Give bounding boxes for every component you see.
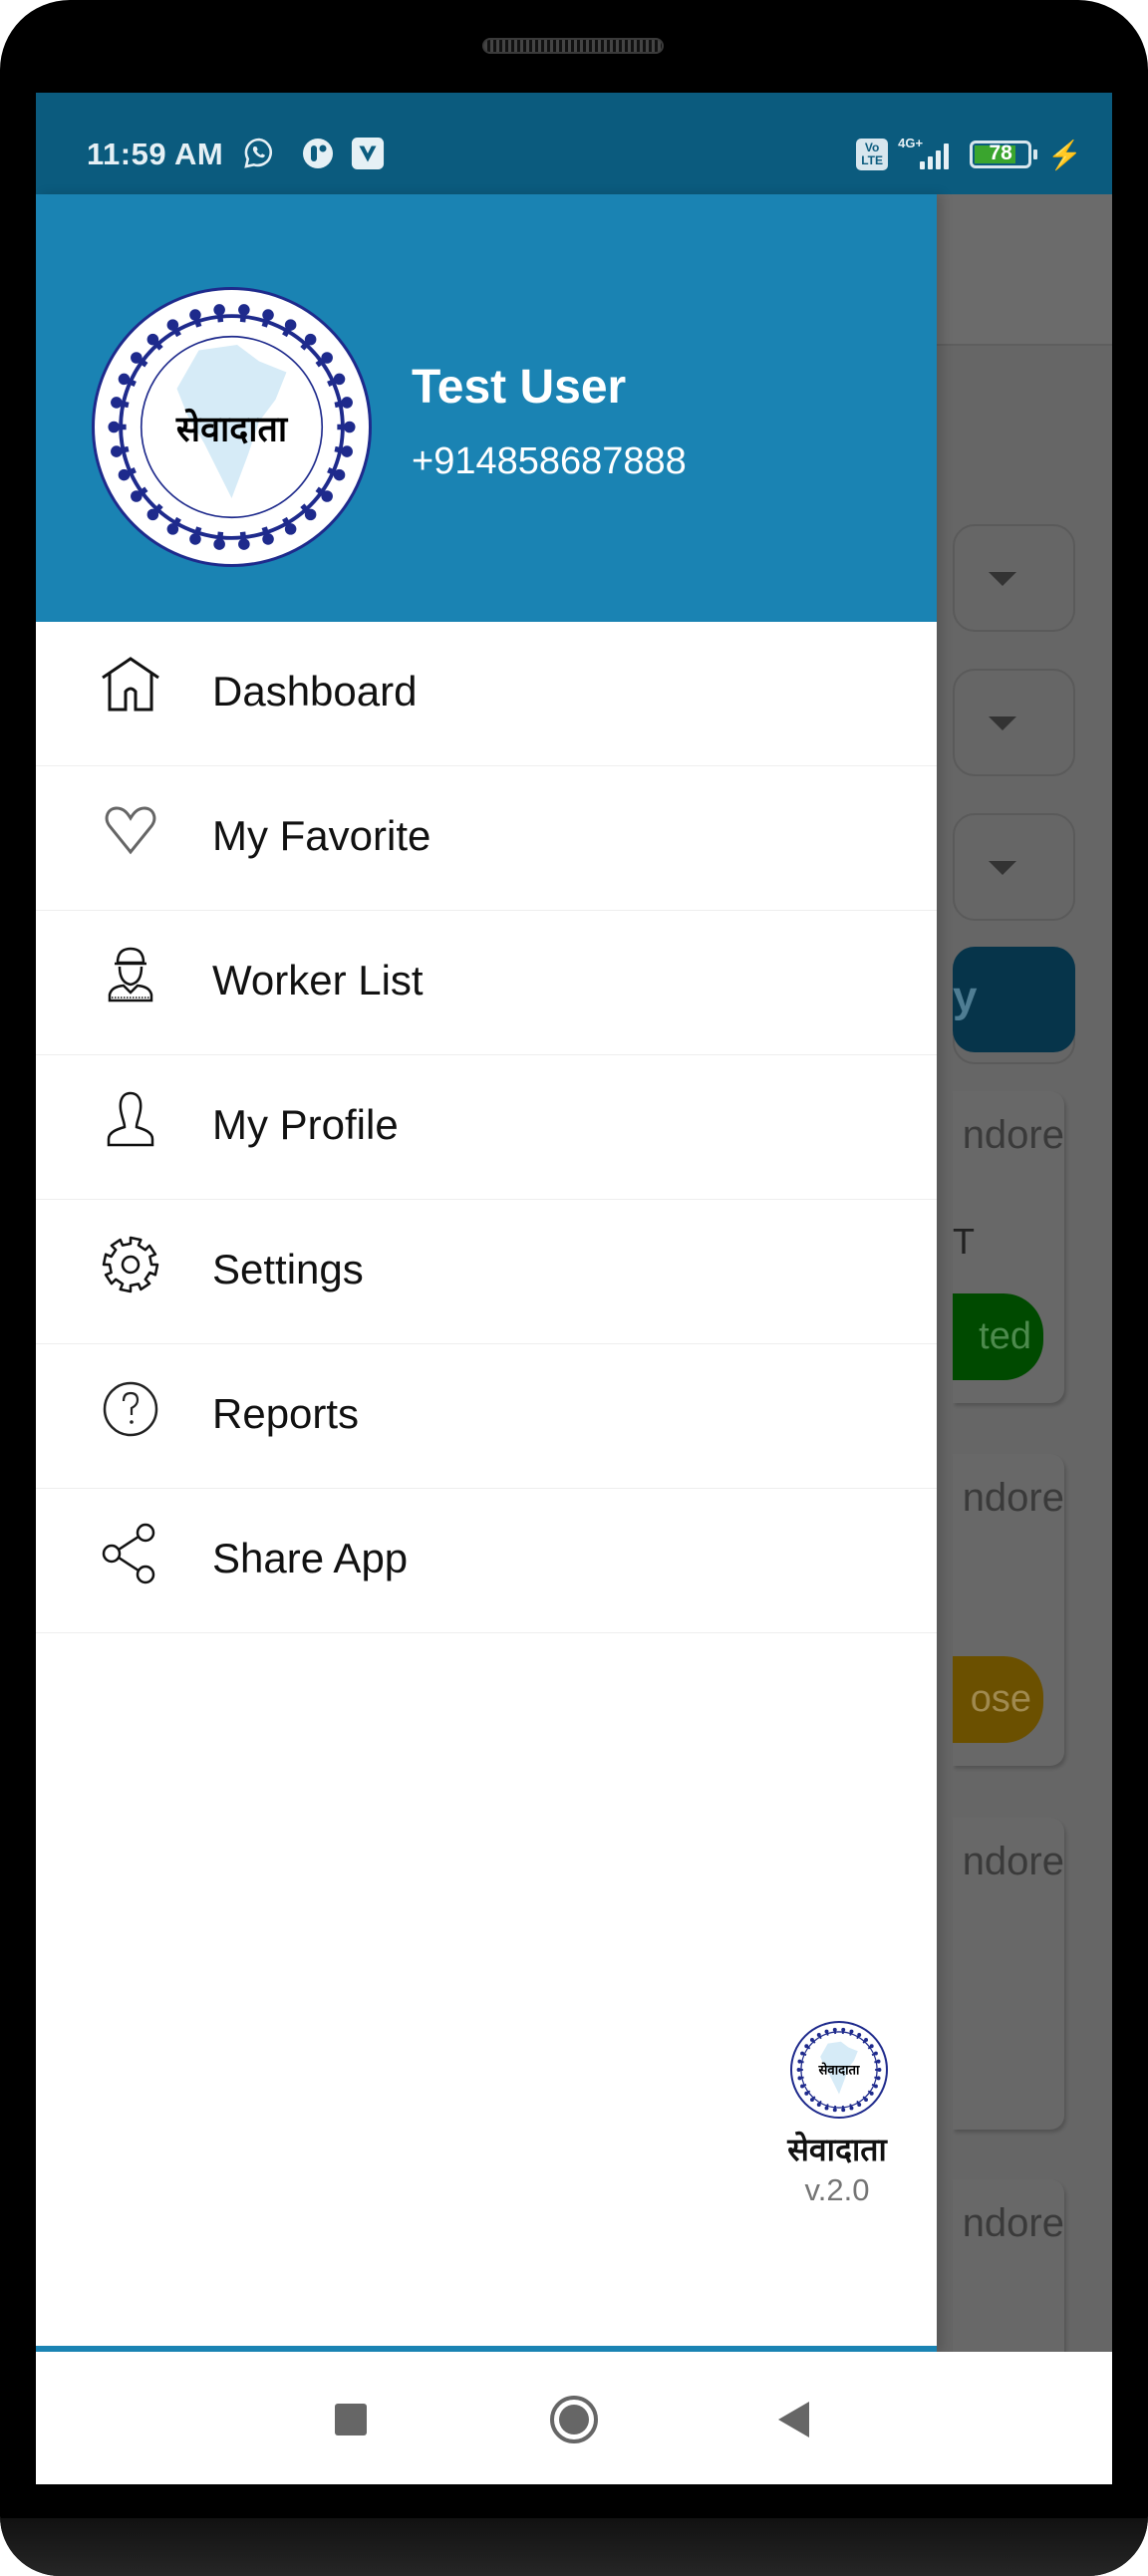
background-status-badge: ted [953,1293,1043,1380]
whatsapp-icon [244,138,272,168]
menu-item-my-favorite[interactable]: My Favorite [36,766,937,911]
sevadata-logo-icon: सेवादाता [100,295,364,559]
drawer-menu: Dashboard My Favorite Worker List My Pro… [36,622,937,1633]
svg-text:सेवादाता: सेवादाता [818,2062,861,2079]
heart-icon [105,806,156,855]
menu-item-share-app[interactable]: Share App [36,1489,937,1633]
background-dropdown [953,813,1075,921]
background-card: ndore T ted [953,1091,1064,1403]
svg-text:सेवादाता: सेवादाता [175,408,289,449]
system-nav-bar [36,2352,1112,2484]
gear-icon [102,1236,159,1293]
share-icon [102,1523,155,1584]
background-card: ndore ose [953,1454,1064,1766]
menu-item-settings[interactable]: Settings [36,1200,937,1344]
background-card: ndore [953,1818,1064,2130]
app-logo-avatar: सेवादाता [92,287,372,567]
status-bar: 11:59 AM Vo LTE 4G+ 78 ⚡ [36,93,1112,194]
navigation-drawer: सेवादाता Test User +914858687888 Dashboa… [36,194,937,2453]
phone-chin [0,2518,1148,2576]
phone-speaker [482,38,664,54]
signal-icon: 4G+ [898,136,960,169]
home-button[interactable] [550,2396,598,2443]
menu-item-dashboard[interactable]: Dashboard [36,622,937,766]
status-right: Vo LTE 4G+ 78 ⚡ [856,136,1082,172]
menu-item-reports[interactable]: Reports [36,1344,937,1489]
user-phone: +914858687888 [412,440,687,482]
back-button[interactable] [778,2402,809,2437]
app-notification-icon [303,139,333,168]
volte-icon: Vo LTE [856,139,889,170]
phone-frame: 11:59 AM Vo LTE 4G+ 78 ⚡ y ndore T ted n… [0,0,1148,2576]
user-icon [107,1091,154,1147]
battery-icon: 78 [970,141,1032,168]
menu-item-my-profile[interactable]: My Profile [36,1055,937,1200]
caret-down-icon [989,716,1016,730]
menu-item-worker-list[interactable]: Worker List [36,911,937,1055]
drawer-header: सेवादाता Test User +914858687888 [36,194,937,622]
background-apply-button: y [953,947,1075,1052]
recent-apps-button[interactable] [335,2404,367,2435]
status-time: 11:59 AM [87,137,224,171]
home-icon [102,657,159,712]
v-app-icon [351,137,385,170]
footer-logo: सेवादाता [790,2021,888,2119]
background-dropdown [953,524,1075,632]
app-version: v.2.0 [804,2172,870,2207]
user-name: Test User [412,361,627,414]
background-status-badge: ose [953,1656,1043,1743]
caret-down-icon [989,572,1016,586]
caret-down-icon [989,861,1016,875]
worker-icon [108,947,153,1002]
question-icon [103,1381,158,1437]
background-dropdown [953,669,1075,776]
charging-icon: ⚡ [1047,139,1082,170]
sevadata-logo-small-icon: सेवादाता [793,2024,885,2116]
gear-outline [102,1236,159,1293]
screen: 11:59 AM Vo LTE 4G+ 78 ⚡ y ndore T ted n… [36,93,1112,2484]
footer-app-name: सेवादाता [787,2131,887,2168]
battery-tip [1033,149,1038,159]
